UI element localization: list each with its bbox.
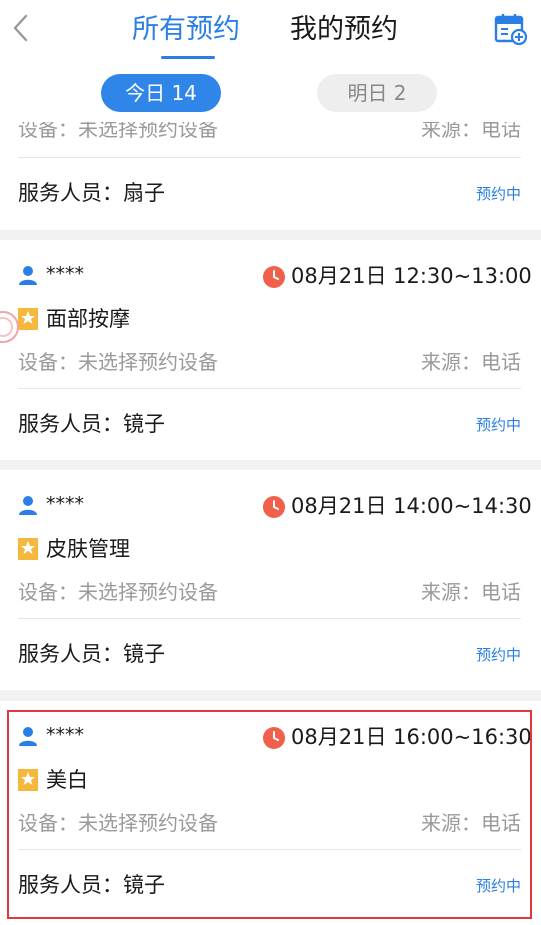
service-star-icon xyxy=(18,769,38,791)
divider xyxy=(18,388,521,389)
tab-my-appointments[interactable]: 我的预约 xyxy=(290,13,398,47)
source-label: 来源：电话 xyxy=(421,122,521,141)
divider xyxy=(18,849,521,850)
clock-icon xyxy=(263,496,285,518)
customer-name: **** xyxy=(46,263,84,285)
appointment-time: 08月21日 16:00~16:30 xyxy=(291,725,532,749)
appointment-card[interactable]: **** 08月21日 16:00~16:30 美白 设备：未选择预约设备 来源… xyxy=(0,701,541,925)
service-star-icon xyxy=(18,308,38,330)
user-icon xyxy=(19,496,37,515)
user-icon xyxy=(19,266,37,285)
tomorrow-filter-button[interactable]: 明日 2 xyxy=(317,74,437,112)
source-label: 来源：电话 xyxy=(421,350,521,374)
chevron-left-icon[interactable] xyxy=(8,12,34,44)
appointment-list[interactable]: 设备：未选择预约设备 来源：电话 服务人员：扇子 预约中 **** 08月21日… xyxy=(0,122,541,925)
staff-label: 服务人员：镜子 xyxy=(18,873,165,897)
appointment-time: 08月21日 12:30~13:00 xyxy=(291,264,532,288)
device-label: 设备：未选择预约设备 xyxy=(18,811,218,835)
touch-indicator-icon xyxy=(0,311,19,343)
appointment-card[interactable]: 设备：未选择预约设备 来源：电话 服务人员：扇子 预约中 xyxy=(0,122,541,230)
calendar-add-icon[interactable] xyxy=(494,12,528,46)
divider xyxy=(18,618,521,619)
device-label: 设备：未选择预约设备 xyxy=(18,580,218,604)
appointment-card[interactable]: **** 08月21日 12:30~13:00 面部按摩 设备：未选择预约设备 … xyxy=(0,240,541,460)
device-label: 设备：未选择预约设备 xyxy=(18,350,218,374)
divider xyxy=(18,157,521,158)
device-label: 设备：未选择预约设备 xyxy=(18,122,218,141)
user-icon xyxy=(19,727,37,746)
service-star-icon xyxy=(18,538,38,560)
day-filter-bar: 今日 14 明日 2 xyxy=(0,62,541,122)
active-tab-indicator xyxy=(161,56,215,59)
status-badge: 预约中 xyxy=(475,185,521,203)
appointment-time: 08月21日 14:00~14:30 xyxy=(291,494,532,518)
source-label: 来源：电话 xyxy=(421,580,521,604)
customer-name: **** xyxy=(46,493,84,515)
tab-all-appointments[interactable]: 所有预约 xyxy=(132,13,240,47)
source-label: 来源：电话 xyxy=(421,811,521,835)
staff-label: 服务人员：镜子 xyxy=(18,412,165,436)
clock-icon xyxy=(263,266,285,288)
staff-label: 服务人员：镜子 xyxy=(18,642,165,666)
customer-name: **** xyxy=(46,724,84,746)
top-nav-bar: 所有预约 我的预约 xyxy=(0,0,541,62)
appointment-card[interactable]: **** 08月21日 14:00~14:30 皮肤管理 设备：未选择预约设备 … xyxy=(0,470,541,690)
service-name: 面部按摩 xyxy=(46,307,130,331)
service-name: 美白 xyxy=(46,768,88,792)
status-badge: 预约中 xyxy=(475,646,521,664)
status-badge: 预约中 xyxy=(475,416,521,434)
staff-label: 服务人员：扇子 xyxy=(18,181,165,205)
status-badge: 预约中 xyxy=(475,877,521,895)
today-filter-button[interactable]: 今日 14 xyxy=(101,74,221,112)
clock-icon xyxy=(263,727,285,749)
service-name: 皮肤管理 xyxy=(46,537,130,561)
